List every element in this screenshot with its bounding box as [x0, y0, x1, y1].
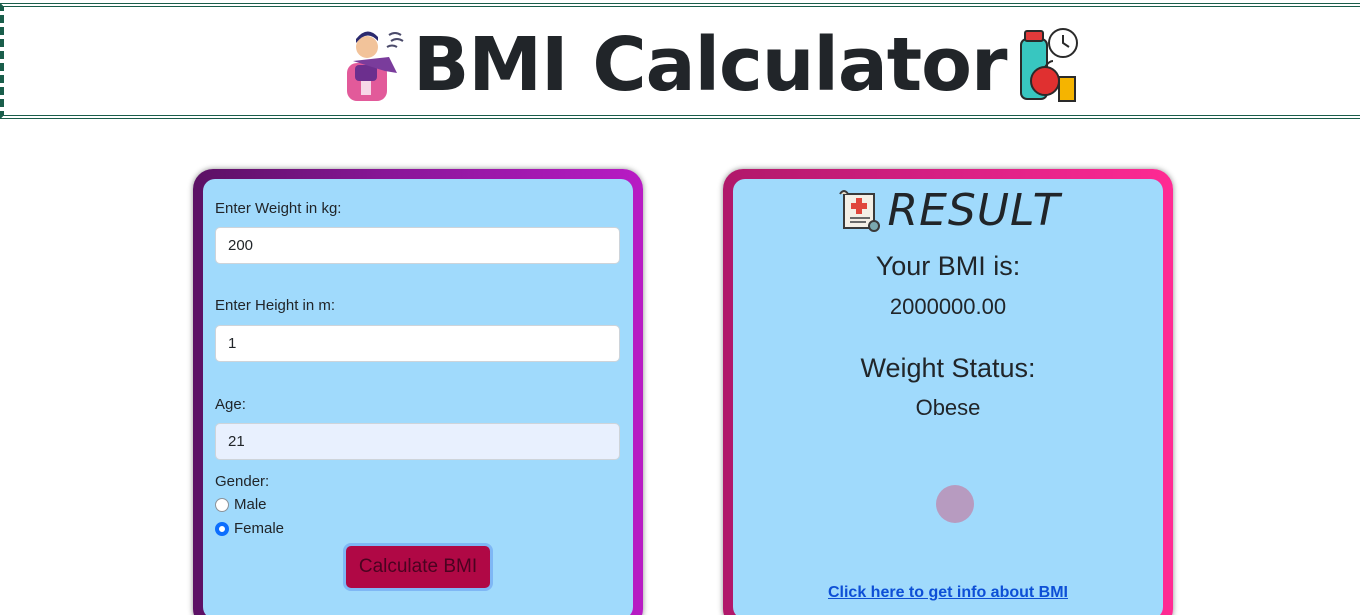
gender-label: Gender:	[215, 473, 270, 490]
female-radio-label: Female	[234, 520, 285, 537]
weight-status-label: Weight Status:	[860, 353, 1036, 383]
age-label: Age:	[215, 396, 246, 413]
weight-input[interactable]	[215, 227, 620, 264]
age-input[interactable]	[215, 423, 620, 460]
page-title: BMI Calculator	[413, 22, 1008, 108]
bmi-label: Your BMI is:	[875, 251, 1021, 281]
fitness-bottle-apple-clock-icon	[1019, 28, 1078, 102]
female-radio[interactable]	[215, 521, 229, 536]
weight-label: Enter Weight in kg:	[215, 200, 342, 217]
height-label: Enter Height in m:	[215, 297, 336, 314]
input-panel: Enter Weight in kg: Enter Height in m: A…	[203, 179, 633, 615]
gender-option-female[interactable]: Female	[215, 520, 284, 537]
medical-report-icon	[838, 189, 880, 232]
result-title: RESULT	[887, 185, 1061, 236]
person-wind-icon	[347, 31, 404, 101]
bmi-info-link[interactable]: Click here to get info about BMI	[733, 584, 1163, 602]
loading-indicator	[936, 485, 974, 523]
bmi-value: 2000000.00	[889, 294, 1007, 319]
result-panel: RESULT Your BMI is: 2000000.00 Weight St…	[733, 179, 1163, 615]
result-card: RESULT Your BMI is: 2000000.00 Weight St…	[723, 169, 1173, 615]
male-radio[interactable]	[215, 497, 229, 512]
calculate-bmi-button[interactable]: Calculate BMI	[343, 543, 493, 591]
weight-status-value: Obese	[915, 395, 981, 420]
header-inner: BMI Calculator	[339, 19, 1081, 111]
height-input[interactable]	[215, 325, 620, 362]
result-heading: RESULT	[733, 185, 1163, 236]
input-card: Enter Weight in kg: Enter Height in m: A…	[193, 169, 643, 615]
gender-option-male[interactable]: Male	[215, 496, 267, 513]
page-header: BMI Calculator	[0, 3, 1360, 119]
page: BMI Calculator Enter Weight in kg: Enter…	[0, 0, 1360, 615]
male-radio-label: Male	[234, 496, 267, 513]
